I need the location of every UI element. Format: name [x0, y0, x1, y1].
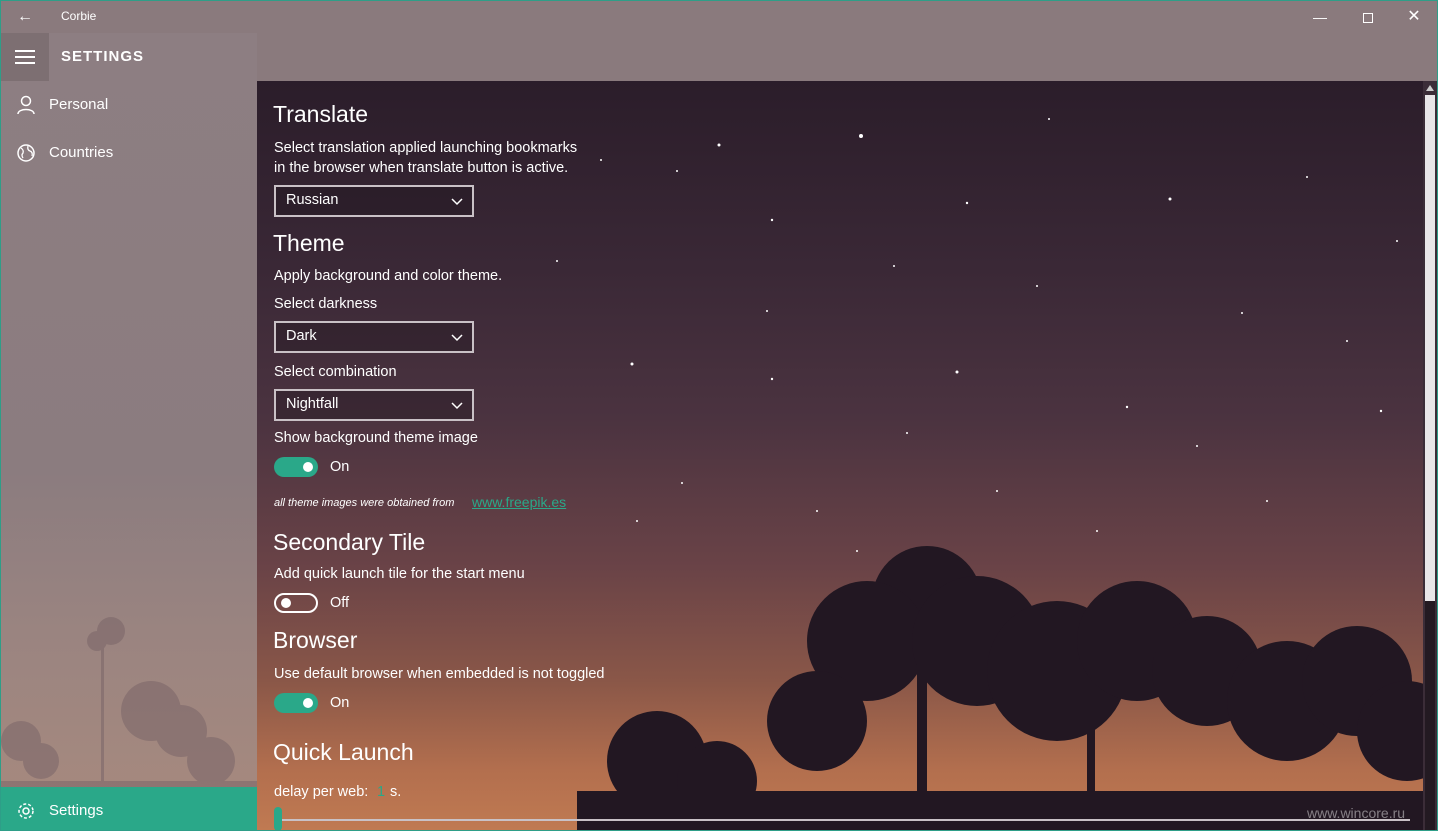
browser-toggle-state: On: [330, 695, 350, 711]
delay-value: 1: [377, 784, 386, 800]
scrollbar[interactable]: [1423, 81, 1437, 830]
content-header-strip: [257, 33, 1437, 81]
theme-credit-text: all theme images were obtained from: [274, 497, 455, 509]
close-button[interactable]: ✕: [1391, 1, 1437, 33]
delay-unit: s.: [390, 784, 402, 800]
toggle-knob: [303, 462, 313, 472]
chevron-down-icon: [451, 402, 463, 410]
sidebar-title: SETTINGS: [61, 48, 145, 65]
delay-slider-thumb[interactable]: [274, 807, 282, 830]
sidebar-item-personal[interactable]: Personal: [1, 81, 257, 129]
chevron-down-icon: [451, 334, 463, 342]
maximize-button[interactable]: [1345, 1, 1391, 33]
theme-heading: Theme: [273, 230, 345, 256]
back-arrow-icon[interactable]: ←: [11, 7, 39, 27]
translate-description-line1: Select translation applied launching boo…: [274, 140, 578, 156]
gear-icon: [18, 803, 34, 819]
hamburger-menu-icon[interactable]: [1, 33, 49, 81]
delay-slider-track[interactable]: [280, 819, 1410, 821]
dropdown-value: Dark: [286, 328, 317, 344]
background-image-label: Show background theme image: [274, 430, 478, 446]
freepik-link[interactable]: www.freepik.es: [472, 494, 566, 510]
maximize-icon: [1363, 13, 1373, 24]
sidebar-item-label: Countries: [49, 144, 114, 161]
translate-language-dropdown[interactable]: Russian: [274, 185, 474, 217]
sidebar-header: SETTINGS: [1, 33, 257, 81]
toggle-knob: [281, 598, 291, 608]
sidebar: SETTINGS Personal Countries Settings: [1, 33, 257, 830]
watermark: www.wincore.ru: [1307, 805, 1406, 821]
minimize-button[interactable]: —: [1297, 1, 1343, 33]
combination-dropdown[interactable]: Nightfall: [274, 389, 474, 421]
quick-launch-heading: Quick Launch: [273, 739, 414, 765]
dropdown-value: Russian: [286, 192, 339, 208]
theme-description: Apply background and color theme.: [274, 268, 503, 284]
sidebar-item-settings[interactable]: Settings: [1, 787, 257, 830]
translate-heading: Translate: [273, 101, 369, 127]
secondary-tile-toggle[interactable]: [274, 593, 318, 613]
secondary-tile-heading: Secondary Tile: [273, 529, 426, 555]
dropdown-value: Nightfall: [286, 396, 339, 412]
background-image-toggle-state: On: [330, 459, 350, 475]
scrollbar-thumb[interactable]: [1425, 95, 1435, 601]
browser-heading: Browser: [273, 627, 358, 653]
browser-description: Use default browser when embedded is not…: [274, 666, 605, 682]
delay-label: delay per web:: [274, 784, 369, 800]
sidebar-item-label: Settings: [49, 802, 104, 819]
background-image-toggle[interactable]: [274, 457, 318, 477]
darkness-label: Select darkness: [274, 296, 378, 312]
title-bar: ← Corbie — ✕: [1, 1, 1437, 33]
chevron-down-icon: [451, 198, 463, 206]
secondary-tile-toggle-state: Off: [330, 595, 350, 611]
secondary-tile-description: Add quick launch tile for the start menu: [274, 566, 525, 582]
sidebar-item-label: Personal: [49, 96, 109, 113]
person-icon: [17, 95, 35, 115]
browser-toggle[interactable]: [274, 693, 318, 713]
combination-label: Select combination: [274, 364, 397, 380]
scroll-up-arrow-icon[interactable]: [1426, 85, 1434, 91]
toggle-knob: [303, 698, 313, 708]
app-window: ← Corbie — ✕ SETTINGS Personal Countries…: [0, 0, 1438, 831]
globe-icon: [17, 144, 35, 162]
app-title: Corbie: [61, 9, 97, 23]
sidebar-item-countries[interactable]: Countries: [1, 129, 257, 177]
scrollbar-track[interactable]: [1425, 601, 1435, 830]
translate-description-line2: in the browser when translate button is …: [274, 160, 569, 176]
darkness-dropdown[interactable]: Dark: [274, 321, 474, 353]
